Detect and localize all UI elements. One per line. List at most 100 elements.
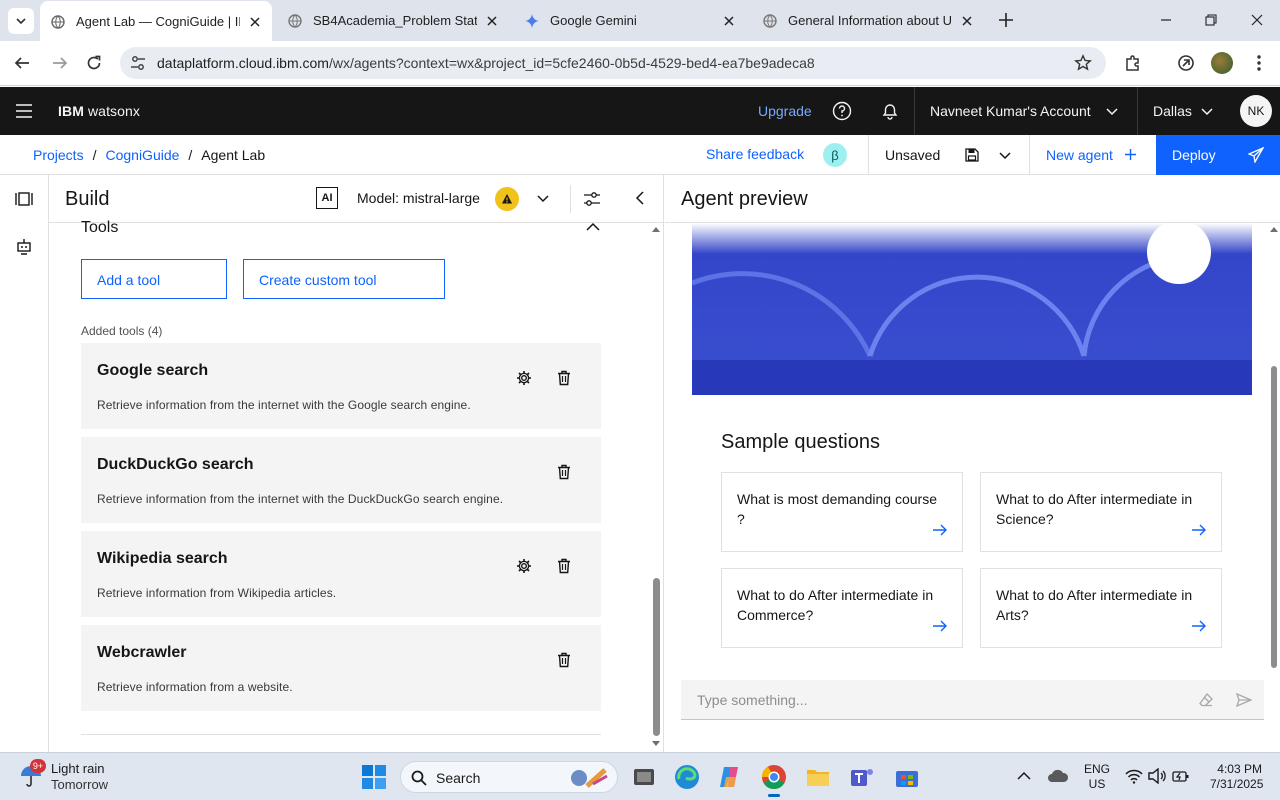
battery-charging-icon[interactable] [1172, 768, 1190, 784]
address-bar[interactable]: dataplatform.cloud.ibm.com/wx/agents?con… [120, 47, 1106, 79]
bookmark-star-icon[interactable] [1074, 54, 1092, 72]
chevron-up-icon[interactable] [1017, 771, 1031, 781]
tool-card-duckduckgo-search[interactable]: DuckDuckGo search Retrieve information f… [81, 437, 601, 523]
region-switcher[interactable]: Dallas [1153, 103, 1192, 119]
close-window-button[interactable] [1247, 10, 1267, 30]
breadcrumb-cogniguide[interactable]: CogniGuide [105, 147, 179, 163]
trash-icon[interactable] [556, 652, 572, 668]
menu-icon[interactable] [15, 103, 33, 119]
product-name[interactable]: IBM watsonx [58, 103, 140, 119]
wifi-icon[interactable] [1125, 768, 1143, 784]
forward-button[interactable] [49, 52, 71, 74]
warning-badge[interactable] [495, 187, 519, 211]
close-tab-icon[interactable] [246, 13, 264, 31]
browser-profile-avatar[interactable] [1211, 52, 1233, 74]
scroll-down-arrow-icon[interactable] [652, 741, 660, 747]
trash-icon[interactable] [556, 464, 572, 480]
site-info-icon[interactable] [128, 53, 148, 73]
globe-icon [288, 13, 302, 28]
rocket-icon [1248, 147, 1264, 163]
upgrade-link[interactable]: Upgrade [758, 103, 812, 119]
save-icon[interactable] [964, 147, 980, 163]
new-agent-button[interactable]: New agent [1046, 147, 1113, 163]
chrome-icon [762, 765, 786, 790]
account-switcher[interactable]: Navneet Kumar's Account [930, 103, 1091, 119]
copilot-icon[interactable] [716, 763, 744, 791]
tool-card-google-search[interactable]: Google search Retrieve information from … [81, 343, 601, 429]
browser-toolbar: dataplatform.cloud.ibm.com/wx/agents?con… [0, 41, 1280, 86]
user-avatar[interactable]: NK [1240, 95, 1272, 127]
back-button[interactable] [11, 52, 33, 74]
breadcrumb-projects[interactable]: Projects [33, 147, 84, 163]
sample-question-text: What to do After intermediate in Commerc… [737, 587, 934, 623]
task-view-icon[interactable] [630, 763, 658, 791]
chevron-down-icon[interactable] [999, 150, 1011, 160]
system-clock[interactable]: 4:03 PM 7/31/2025 [1210, 762, 1263, 792]
trash-icon[interactable] [556, 370, 572, 386]
tab-agent-lab[interactable]: Agent Lab — CogniGuide | IBM [40, 1, 272, 42]
input-language-indicator[interactable]: ENG US [1084, 762, 1110, 792]
sample-question-card[interactable]: What to do After intermediate in Commerc… [721, 568, 963, 648]
weather-period: Tomorrow [51, 777, 109, 792]
scroll-up-arrow-icon[interactable] [652, 226, 660, 232]
restore-window-button[interactable] [1201, 10, 1221, 30]
build-scrollbar[interactable] [649, 223, 663, 752]
close-tab-icon[interactable] [483, 12, 501, 30]
tab-general-information[interactable]: General Information about Ude [752, 0, 984, 41]
extensions-button[interactable] [1122, 52, 1144, 74]
extension-button[interactable] [1175, 52, 1197, 74]
volume-icon[interactable] [1148, 768, 1166, 784]
send-icon[interactable] [1236, 692, 1252, 708]
windows-start-icon[interactable] [362, 765, 386, 789]
close-tab-icon[interactable] [958, 12, 976, 30]
sample-question-card[interactable]: What to do After intermediate in Arts? [980, 568, 1222, 648]
close-tab-icon[interactable] [720, 12, 738, 30]
chevron-up-icon[interactable] [586, 222, 600, 232]
tool-card-webcrawler[interactable]: Webcrawler Retrieve information from a w… [81, 625, 601, 711]
chrome-app-button[interactable] [760, 763, 788, 797]
teams-icon[interactable] [848, 763, 876, 791]
store-icon[interactable] [893, 763, 921, 791]
preview-scrollbar[interactable] [1266, 223, 1280, 752]
tools-section-heading[interactable]: Tools [81, 219, 118, 237]
file-explorer-icon[interactable] [804, 763, 832, 791]
tab-google-gemini[interactable]: Google Gemini [514, 0, 746, 41]
scrollbar-thumb[interactable] [1271, 366, 1277, 668]
model-selector-label[interactable]: Model: mistral-large [357, 190, 480, 206]
scroll-up-arrow-icon[interactable] [1270, 226, 1278, 232]
taskbar-search-box[interactable]: Search [400, 761, 618, 793]
settings-gear-icon[interactable] [516, 370, 532, 386]
browser-menu-button[interactable] [1248, 52, 1270, 74]
trash-icon[interactable] [556, 558, 572, 574]
sample-question-card[interactable]: What is most demanding course ? [721, 472, 963, 552]
chevron-down-icon[interactable] [537, 193, 549, 203]
tab-search-button[interactable] [8, 8, 34, 34]
minimize-window-button[interactable] [1156, 10, 1176, 30]
eraser-icon[interactable] [1198, 692, 1214, 708]
share-feedback-link[interactable]: Share feedback [706, 146, 804, 162]
settings-sliders-icon[interactable] [583, 190, 601, 208]
help-icon[interactable] [832, 101, 852, 121]
deploy-button[interactable]: Deploy [1156, 135, 1280, 175]
add-tool-button[interactable]: Add a tool [81, 259, 227, 299]
sample-question-card[interactable]: What to do After intermediate in Science… [980, 472, 1222, 552]
tool-card-wikipedia-search[interactable]: Wikipedia search Retrieve information fr… [81, 531, 601, 617]
create-custom-tool-button[interactable]: Create custom tool [243, 259, 445, 299]
language-region: US [1088, 777, 1106, 791]
reload-button[interactable] [83, 52, 105, 74]
onedrive-cloud-icon[interactable] [1047, 769, 1069, 783]
layout-panel-icon[interactable] [15, 190, 33, 208]
scrollbar-thumb[interactable] [653, 578, 660, 736]
notification-icon[interactable] [880, 101, 900, 121]
collapse-panel-icon[interactable] [635, 190, 645, 206]
settings-gear-icon[interactable] [516, 558, 532, 574]
tab-sb4academia[interactable]: SB4Academia_Problem Stateme [277, 0, 509, 41]
agent-bot-icon[interactable] [15, 237, 33, 255]
edge-browser-icon[interactable] [673, 763, 701, 791]
plus-icon [1125, 149, 1136, 160]
toolbar-divider [1029, 135, 1030, 175]
sample-question-text: What to do After intermediate in Arts? [996, 587, 1193, 623]
chat-input[interactable]: Type something... [681, 680, 1264, 720]
url-path: /wx/agents?context=wx&project_id=5cfe246… [328, 55, 815, 71]
new-tab-button[interactable] [996, 10, 1016, 30]
